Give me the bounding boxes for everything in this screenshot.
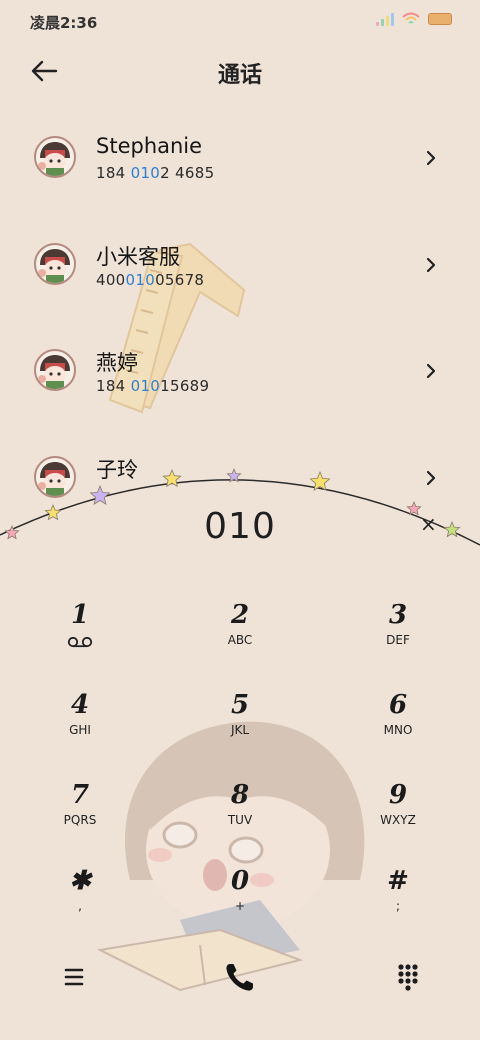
key-letters: DEF (386, 633, 410, 647)
key-digit: 7 (70, 780, 90, 810)
contact-number: 40001005678 (96, 271, 204, 289)
contact-number: 184 01015689 (96, 377, 209, 395)
signal-icon (376, 12, 394, 26)
contact-name: 小米客服 (96, 245, 180, 269)
key-digit: 8 (230, 780, 250, 810)
contact-row[interactable]: 小米客服 40001005678 (0, 217, 480, 313)
key-2[interactable]: 2 ABC (180, 600, 300, 680)
status-icons (376, 12, 452, 26)
avatar (34, 243, 76, 285)
dialed-number: 010 (204, 506, 276, 547)
key-letters: , (78, 899, 82, 913)
key-digit: 6 (388, 690, 408, 720)
key-digit: # (387, 866, 409, 896)
key-3[interactable]: 3 DEF (338, 600, 458, 680)
phone-icon (226, 964, 253, 991)
contact-row[interactable]: 燕婷 184 01015689 (0, 323, 480, 419)
key-digit: 1 (70, 600, 90, 630)
number-suffix: 05678 (155, 271, 205, 289)
contact-name: 子玲 (96, 458, 138, 482)
contact-name: Stephanie (96, 134, 203, 158)
key-8[interactable]: 8 TUV (180, 780, 300, 860)
status-bar: 凌晨2:36 (0, 0, 480, 44)
number-prefix: 400 (96, 271, 126, 289)
key-letters: ABC (227, 633, 253, 647)
key-digit: 3 (388, 600, 408, 630)
key-11[interactable]: 0 + (180, 866, 300, 946)
key-12[interactable]: #; (338, 866, 458, 946)
number-match: 010 (130, 164, 161, 182)
number-prefix: 184 (96, 164, 131, 182)
key-6[interactable]: 6 MNO (338, 690, 458, 770)
number-suffix: 15689 (160, 377, 210, 395)
chevron-right-icon[interactable] (424, 470, 438, 486)
contact-number: 184 0102 4685 (96, 164, 214, 182)
contact-name: 燕婷 (96, 351, 138, 375)
backspace-button[interactable]: × (420, 512, 437, 536)
number-match: 010 (130, 377, 161, 395)
number-suffix: 2 4685 (160, 164, 215, 182)
status-time: 凌晨2:36 (30, 14, 98, 32)
key-letters: WXYZ (380, 813, 416, 827)
key-digit: 0 (230, 866, 250, 896)
avatar (34, 456, 76, 498)
avatar (34, 349, 76, 391)
key-digit: ✱ (69, 866, 91, 896)
key-4[interactable]: 4 GHI (20, 690, 140, 770)
contact-row[interactable]: Stephanie 184 0102 4685 (0, 110, 480, 206)
key-digit: 2 (230, 600, 250, 630)
page-title: 通话 (217, 63, 262, 88)
key-letters: ; (395, 899, 401, 913)
chevron-right-icon[interactable] (424, 363, 438, 379)
key-letters: PQRS (63, 813, 97, 827)
key-letters: TUV (227, 813, 253, 827)
key-5[interactable]: 5 JKL (180, 690, 300, 770)
header: 通话 (0, 44, 480, 100)
key-9[interactable]: 9 WXYZ (338, 780, 458, 860)
wifi-icon (402, 12, 420, 24)
menu-icon[interactable] (52, 955, 96, 999)
voicemail-icon (67, 636, 93, 648)
key-letters: GHI (69, 723, 91, 737)
key-letters: MNO (383, 723, 413, 737)
key-digit: 5 (230, 690, 250, 720)
chevron-right-icon[interactable] (424, 150, 438, 166)
avatar (34, 136, 76, 178)
key-10[interactable]: ✱, (20, 866, 140, 946)
key-7[interactable]: 7 PQRS (20, 780, 140, 860)
number-prefix: 184 (96, 377, 131, 395)
key-letters: + (234, 899, 246, 913)
battery-icon (428, 13, 452, 25)
key-digit: 9 (388, 780, 408, 810)
call-button[interactable] (218, 955, 262, 999)
key-letters: JKL (230, 723, 250, 737)
key-1[interactable]: 1 (20, 600, 140, 680)
number-match: 010 (125, 271, 156, 289)
chevron-right-icon[interactable] (424, 257, 438, 273)
key-digit: 4 (70, 690, 90, 720)
dialpad-icon[interactable] (386, 955, 430, 999)
